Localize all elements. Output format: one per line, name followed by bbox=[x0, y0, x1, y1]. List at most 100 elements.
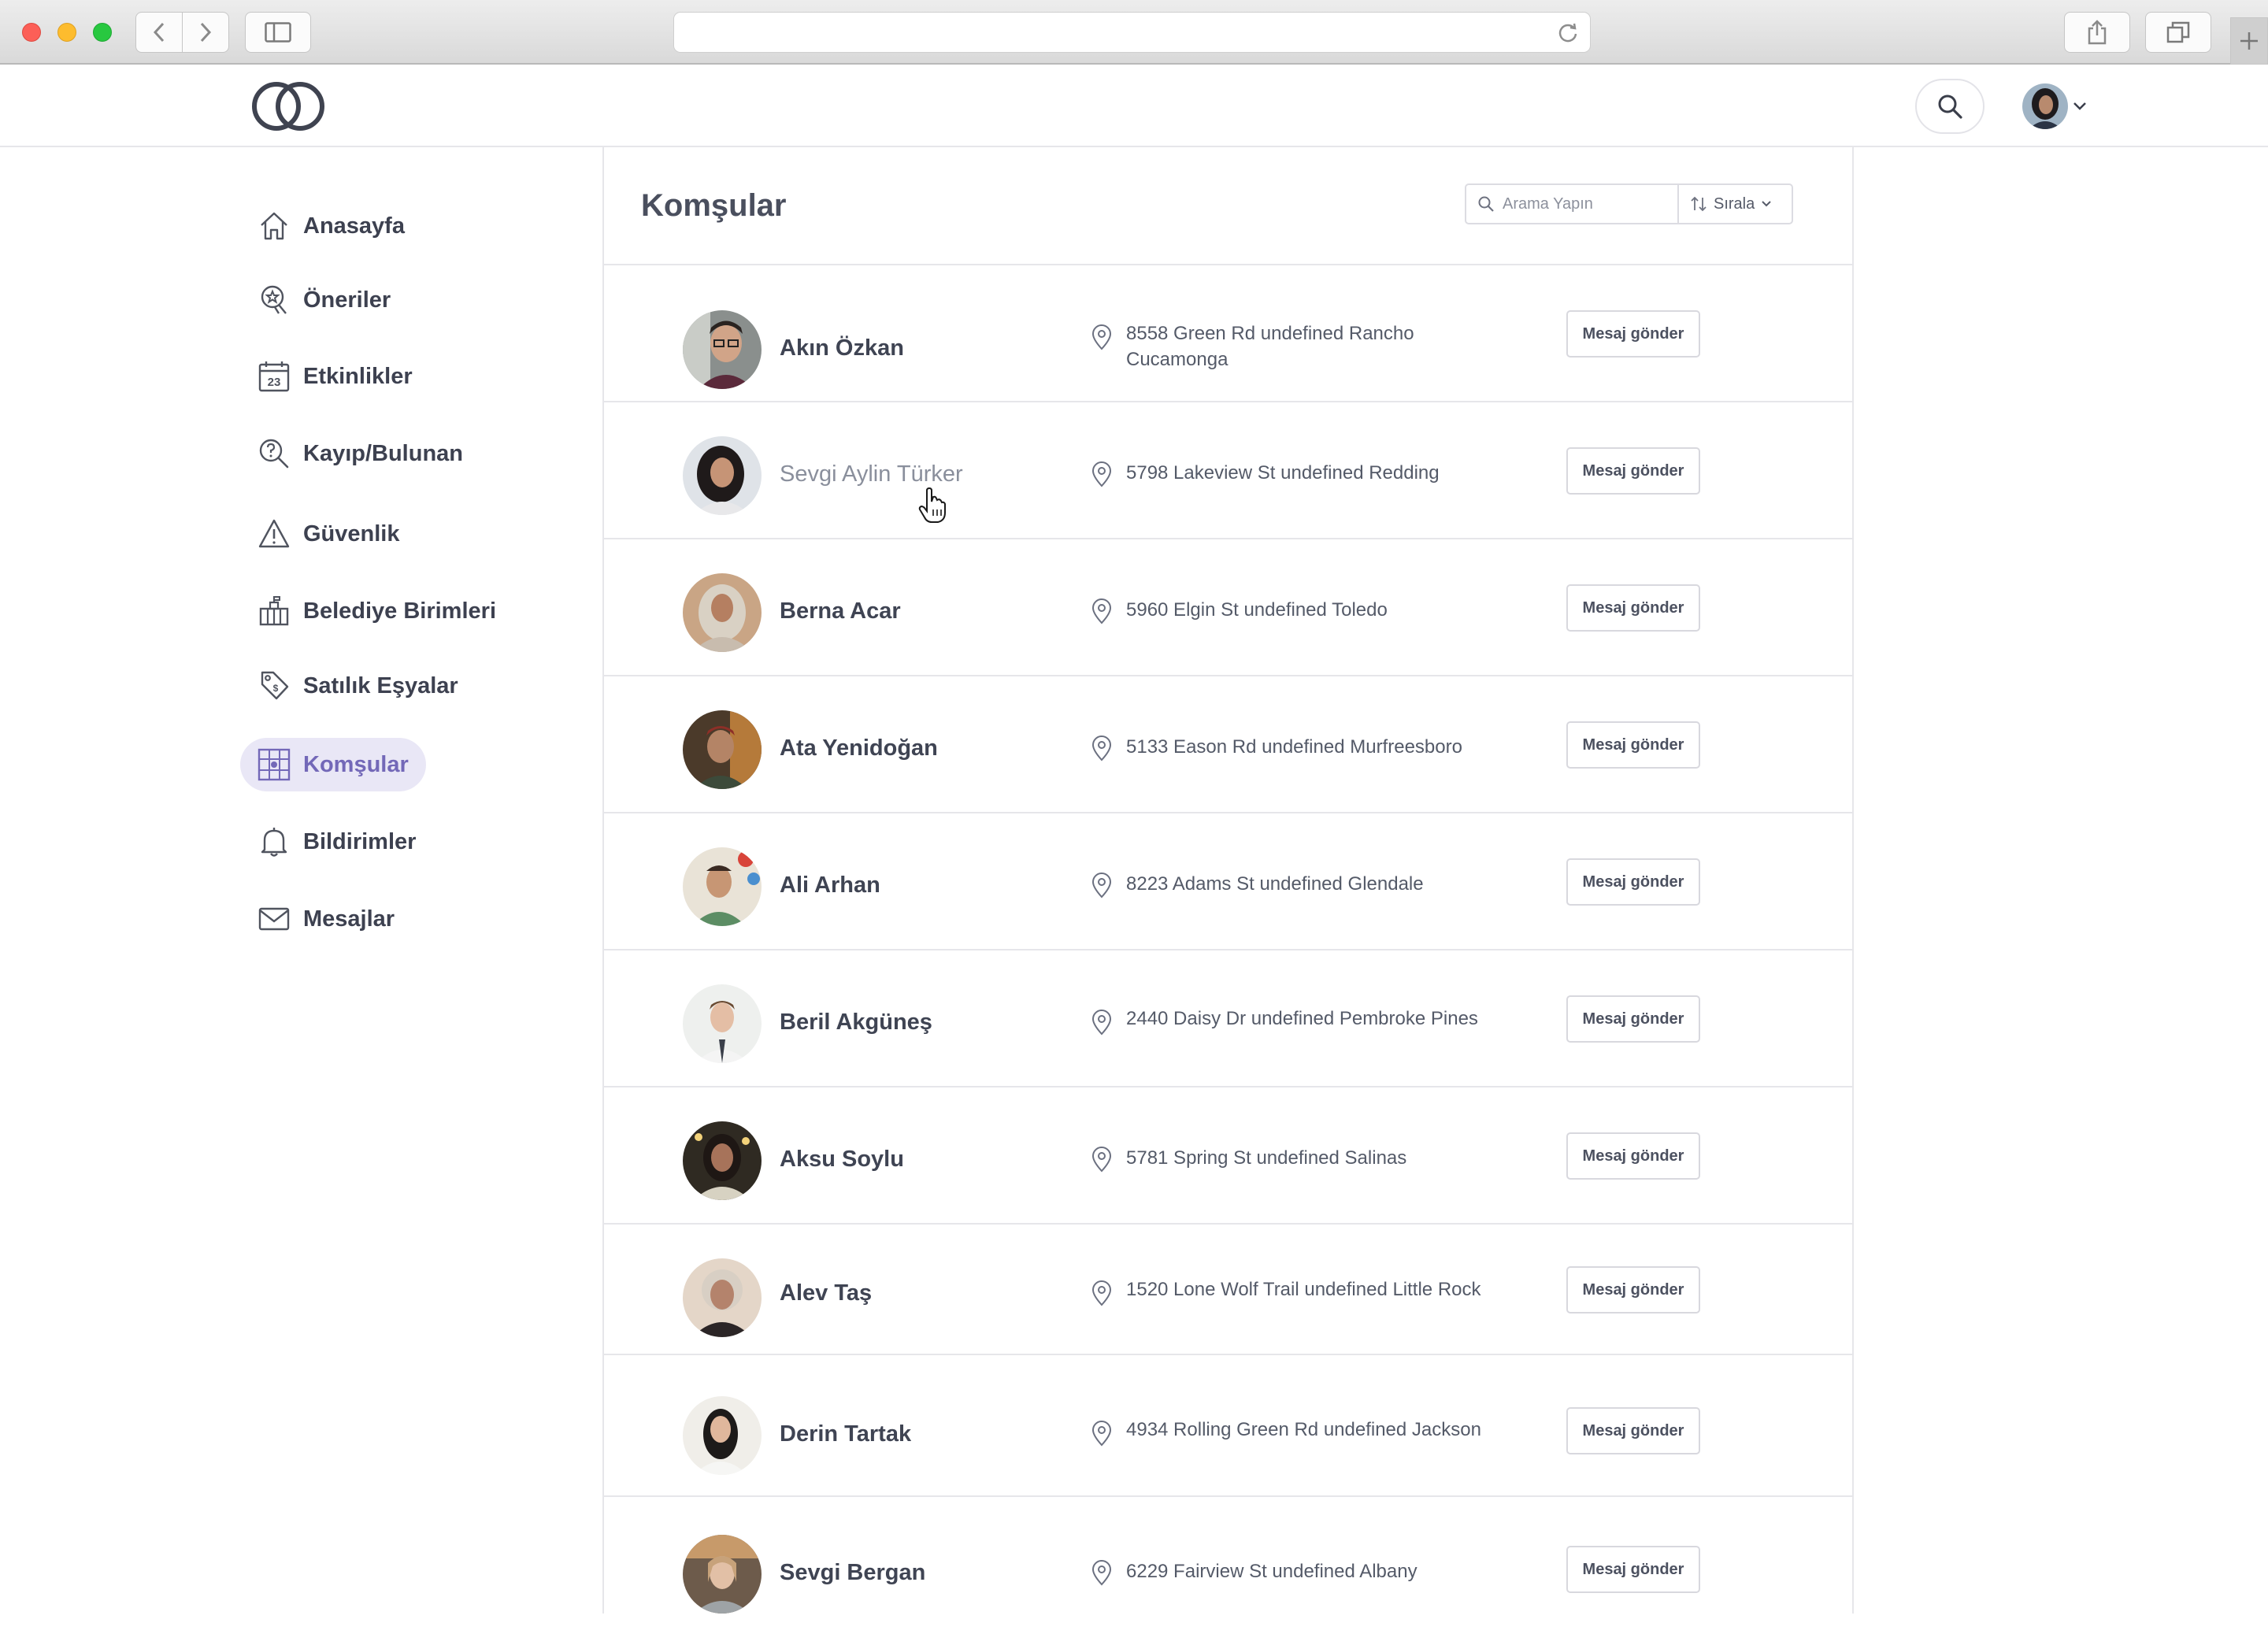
mail-icon bbox=[258, 902, 291, 936]
neighbor-avatar[interactable] bbox=[683, 310, 762, 389]
sidebar-item-satilik-esyalar[interactable]: $ Satılık Eşyalar bbox=[240, 659, 476, 713]
neighbor-row: Ali Arhan 8223 Adams St undefined Glenda… bbox=[604, 813, 1852, 950]
calendar-icon: 23 bbox=[258, 360, 291, 393]
home-icon bbox=[258, 209, 291, 243]
new-tab-button[interactable] bbox=[2230, 17, 2268, 65]
share-icon bbox=[2088, 20, 2107, 45]
send-message-button[interactable]: Mesaj gönder bbox=[1566, 995, 1700, 1043]
sidebar-item-etkinlikler[interactable]: 23 Etkinlikler bbox=[240, 350, 430, 403]
send-message-button[interactable]: Mesaj gönder bbox=[1566, 1407, 1700, 1454]
neighbor-avatar[interactable] bbox=[683, 1258, 762, 1337]
neighbor-address: 6229 Fairview St undefined Albany bbox=[1126, 1561, 1418, 1582]
send-message-button[interactable]: Mesaj gönder bbox=[1566, 721, 1700, 769]
sidebar-item-label: Mesajlar bbox=[303, 906, 395, 932]
neighbor-avatar[interactable] bbox=[683, 984, 762, 1063]
tabs-overview-button[interactable] bbox=[2145, 12, 2211, 53]
neighbor-avatar[interactable] bbox=[683, 1121, 762, 1200]
neighbor-name[interactable]: Berna Acar bbox=[780, 598, 901, 624]
sidebar-item-label: Komşular bbox=[303, 751, 409, 777]
neighbor-name[interactable]: Ali Arhan bbox=[780, 873, 880, 899]
neighbor-avatar[interactable] bbox=[683, 1396, 762, 1475]
page-title: Komşular bbox=[641, 188, 787, 223]
search-input[interactable] bbox=[1503, 195, 1660, 213]
tag-icon: $ bbox=[258, 669, 291, 702]
neighbor-name[interactable]: Sevgi Aylin Türker bbox=[780, 461, 963, 487]
send-message-button[interactable]: Mesaj gönder bbox=[1566, 584, 1700, 632]
search-icon bbox=[1478, 196, 1494, 212]
send-message-button[interactable]: Mesaj gönder bbox=[1566, 447, 1700, 495]
reload-icon[interactable] bbox=[1557, 22, 1579, 44]
sort-dropdown[interactable]: Sırala bbox=[1679, 185, 1792, 223]
sidebar-item-mesajlar[interactable]: Mesajlar bbox=[240, 892, 412, 946]
neighbors-panel: Komşular Sırala Akın Özkan 8558 Green Rd… bbox=[602, 147, 1854, 1614]
location-pin-icon bbox=[1091, 1560, 1112, 1586]
neighbor-name[interactable]: Alev Taş bbox=[780, 1280, 872, 1306]
sidebar-item-bildirimler[interactable]: Bildirimler bbox=[240, 815, 433, 869]
location-pin-icon bbox=[1091, 324, 1112, 350]
neighbor-name[interactable]: Aksu Soylu bbox=[780, 1147, 904, 1173]
close-window-button[interactable] bbox=[22, 23, 41, 42]
forward-button[interactable] bbox=[182, 12, 229, 53]
minimize-window-button[interactable] bbox=[57, 23, 76, 42]
browser-toolbar bbox=[0, 0, 2268, 65]
neighbor-name[interactable]: Derin Tartak bbox=[780, 1421, 911, 1447]
svg-text:$: $ bbox=[273, 683, 279, 694]
sidebar-toggle-button[interactable] bbox=[245, 12, 311, 53]
sidebar: Anasayfa Öneriler 23 Etkinlikler Kayıp/B… bbox=[0, 147, 602, 1614]
neighbor-row: Aksu Soylu 5781 Spring St undefined Sali… bbox=[604, 1087, 1852, 1225]
send-message-button[interactable]: Mesaj gönder bbox=[1566, 1546, 1700, 1593]
sidebar-item-belediye-birimleri[interactable]: Belediye Birimleri bbox=[240, 584, 513, 638]
search-icon bbox=[1938, 94, 1962, 119]
neighbor-address: 5781 Spring St undefined Salinas bbox=[1126, 1147, 1407, 1169]
back-button[interactable] bbox=[135, 12, 183, 53]
header-search-button[interactable] bbox=[1915, 79, 1984, 134]
send-message-button[interactable]: Mesaj gönder bbox=[1566, 858, 1700, 906]
sidebar-item-oneriler[interactable]: Öneriler bbox=[240, 273, 408, 327]
chevron-left-icon bbox=[153, 22, 165, 43]
neighbor-list: Akın Özkan 8558 Green Rd undefined Ranch… bbox=[604, 265, 1852, 1634]
neighbor-avatar[interactable] bbox=[683, 710, 762, 789]
sort-label: Sırala bbox=[1714, 195, 1755, 213]
neighbor-avatar[interactable] bbox=[683, 847, 762, 926]
sidebar-item-label: Öneriler bbox=[303, 287, 391, 313]
warning-icon bbox=[258, 517, 291, 550]
neighbor-name[interactable]: Sevgi Bergan bbox=[780, 1560, 925, 1586]
send-message-button[interactable]: Mesaj gönder bbox=[1566, 310, 1700, 358]
chevron-right-icon bbox=[200, 22, 212, 43]
sidebar-item-guvenlik[interactable]: Güvenlik bbox=[240, 507, 417, 561]
neighbor-row: Akın Özkan 8558 Green Rd undefined Ranch… bbox=[604, 265, 1852, 402]
sidebar-item-komsular[interactable]: Komşular bbox=[240, 738, 426, 791]
share-button[interactable] bbox=[2064, 12, 2130, 53]
send-message-button[interactable]: Mesaj gönder bbox=[1566, 1132, 1700, 1180]
neighbor-avatar[interactable] bbox=[683, 573, 762, 652]
address-bar[interactable] bbox=[673, 12, 1591, 53]
neighbor-name[interactable]: Ata Yenidoğan bbox=[780, 735, 938, 761]
send-message-button[interactable]: Mesaj gönder bbox=[1566, 1266, 1700, 1313]
sidebar-item-kayip-bulunan[interactable]: Kayıp/Bulunan bbox=[240, 427, 480, 480]
neighbor-row: Beril Akgüneş 2440 Daisy Dr undefined Pe… bbox=[604, 950, 1852, 1087]
sort-arrows-icon bbox=[1691, 196, 1707, 212]
sidebar-item-label: Anasayfa bbox=[303, 213, 405, 239]
user-menu[interactable] bbox=[2022, 83, 2087, 129]
neighbor-address: 5960 Elgin St undefined Toledo bbox=[1126, 599, 1388, 621]
panel-header: Komşular Sırala bbox=[604, 147, 1852, 265]
neighbor-avatar[interactable] bbox=[683, 1535, 762, 1614]
location-pin-icon bbox=[1091, 735, 1112, 761]
neighbor-name[interactable]: Akın Özkan bbox=[780, 335, 904, 361]
neighbor-address: 8558 Green Rd undefined Rancho Cucamonga bbox=[1126, 323, 1414, 370]
calendar-day: 23 bbox=[268, 376, 281, 389]
avatar bbox=[2022, 83, 2068, 129]
zoom-window-button[interactable] bbox=[93, 23, 112, 42]
logo[interactable] bbox=[250, 80, 326, 136]
neighbor-row: Berna Acar 5960 Elgin St undefined Toled… bbox=[604, 539, 1852, 676]
sidebar-item-anasayfa[interactable]: Anasayfa bbox=[240, 199, 422, 253]
neighbor-name[interactable]: Beril Akgüneş bbox=[780, 1010, 932, 1036]
app-header bbox=[0, 65, 2268, 147]
neighbor-row: Sevgi Aylin Türker 5798 Lakeview St unde… bbox=[604, 402, 1852, 539]
location-pin-icon bbox=[1091, 1280, 1112, 1306]
neighbor-address: 4934 Rolling Green Rd undefined Jackson bbox=[1126, 1419, 1481, 1440]
neighbor-avatar[interactable] bbox=[683, 436, 762, 515]
location-pin-icon bbox=[1091, 598, 1112, 624]
sidebar-item-label: Bildirimler bbox=[303, 828, 417, 854]
municipality-icon bbox=[258, 595, 291, 628]
